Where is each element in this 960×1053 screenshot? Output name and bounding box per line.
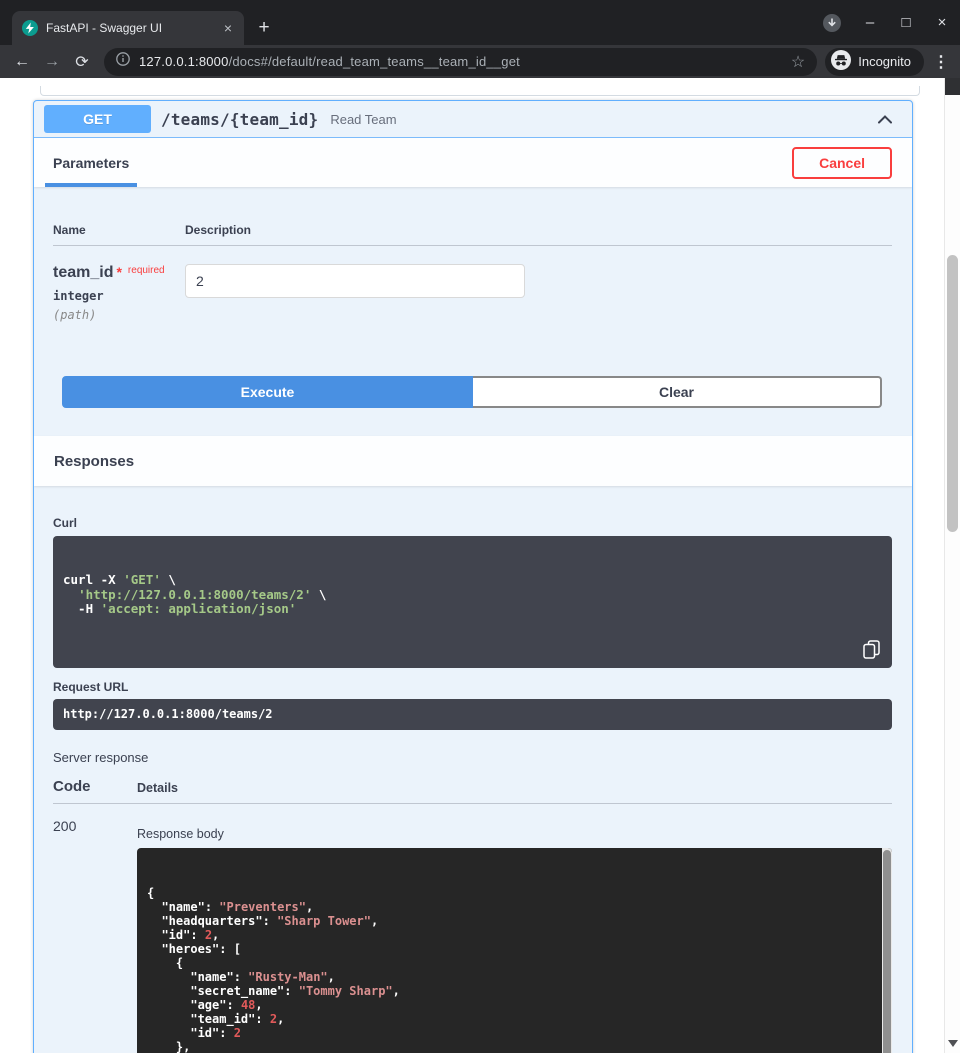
browser-toolbar: ← → ⟳ 127.0.0.1:8000/docs#/default/read_… bbox=[0, 45, 960, 78]
url-host: 127.0.0.1:8000 bbox=[139, 54, 229, 69]
code-line: { bbox=[147, 886, 872, 900]
previous-section-edge bbox=[40, 86, 920, 96]
page-scrollbar-thumb[interactable] bbox=[947, 255, 958, 532]
minimize-button[interactable]: – bbox=[862, 14, 878, 31]
param-name: team_id*required bbox=[53, 264, 185, 282]
status-circle-icon[interactable] bbox=[822, 13, 842, 33]
responses-title: Responses bbox=[54, 453, 134, 470]
column-code: Code bbox=[53, 778, 137, 795]
page-info-icon[interactable] bbox=[116, 52, 130, 71]
browser-titlebar: FastAPI - Swagger UI × + – □ × bbox=[0, 0, 960, 45]
code-line: { bbox=[147, 956, 872, 970]
parameter-row: team_id*required integer (path) bbox=[53, 246, 892, 322]
incognito-label: Incognito bbox=[858, 54, 911, 69]
scroll-down-button[interactable] bbox=[948, 1040, 958, 1047]
endpoint-summary: Read Team bbox=[330, 112, 396, 127]
column-description: Description bbox=[185, 223, 892, 237]
request-url-value: http://127.0.0.1:8000/teams/2 bbox=[53, 699, 892, 730]
required-label: required bbox=[128, 265, 165, 276]
response-table-header: Code Details bbox=[53, 778, 892, 804]
parameters-body: Name Description team_id*required intege… bbox=[34, 187, 912, 436]
code-line: }, bbox=[147, 1040, 872, 1053]
code-line: 'http://127.0.0.1:8000/teams/2' \ bbox=[63, 588, 882, 603]
swagger-page: GET /teams/{team_id} Read Team Parameter… bbox=[0, 78, 944, 1053]
bookmark-star-icon[interactable]: ☆ bbox=[791, 52, 805, 72]
url-path: /docs#/default/read_team_teams__team_id_… bbox=[229, 54, 520, 69]
responses-body: Curl curl -X 'GET' \ 'http://127.0.0.1:8… bbox=[34, 486, 912, 1053]
opblock-get-read-team: GET /teams/{team_id} Read Team Parameter… bbox=[33, 100, 913, 1053]
fastapi-favicon-icon bbox=[22, 20, 38, 36]
back-button[interactable]: ← bbox=[8, 48, 36, 76]
clear-button[interactable]: Clear bbox=[473, 376, 882, 408]
execute-row: Execute Clear bbox=[62, 376, 882, 408]
code-line: "id": 2 bbox=[147, 1026, 872, 1040]
status-code: 200 bbox=[53, 818, 137, 834]
maximize-button[interactable]: □ bbox=[898, 14, 914, 31]
page-scrollbar[interactable] bbox=[944, 78, 960, 1053]
incognito-badge: Incognito bbox=[825, 48, 924, 76]
response-body-scrollbar[interactable] bbox=[882, 848, 892, 1053]
forward-button[interactable]: → bbox=[38, 48, 66, 76]
response-body-block[interactable]: { "name": "Preventers", "headquarters": … bbox=[137, 848, 892, 1053]
code-line: curl -X 'GET' \ bbox=[63, 573, 882, 588]
parameters-title: Parameters bbox=[53, 155, 129, 171]
curl-code-lines: curl -X 'GET' \ 'http://127.0.0.1:8000/t… bbox=[63, 573, 882, 617]
code-line: -H 'accept: application/json' bbox=[63, 602, 882, 617]
code-line: "age": 48, bbox=[147, 998, 872, 1012]
window-controls: – □ × bbox=[822, 0, 950, 45]
required-asterisk: * bbox=[116, 264, 121, 280]
code-line: "team_id": 2, bbox=[147, 1012, 872, 1026]
response-body-label: Response body bbox=[137, 827, 892, 841]
column-details: Details bbox=[137, 781, 892, 795]
code-line: "name": "Rusty-Man", bbox=[147, 970, 872, 984]
collapse-chevron-icon[interactable] bbox=[874, 108, 896, 130]
execute-button[interactable]: Execute bbox=[62, 376, 473, 408]
browser-tab[interactable]: FastAPI - Swagger UI × bbox=[12, 11, 244, 45]
browser-menu-icon[interactable]: ⋮ bbox=[930, 52, 952, 72]
server-response-label: Server response bbox=[53, 750, 892, 765]
tab-parameters[interactable]: Parameters bbox=[45, 138, 137, 187]
code-line: "heroes": [ bbox=[147, 942, 872, 956]
response-row: 200 Response body { "name": "Preventers"… bbox=[53, 804, 892, 1053]
request-url-label: Request URL bbox=[53, 680, 892, 694]
param-location: (path) bbox=[53, 308, 185, 322]
responses-header: Responses bbox=[34, 436, 912, 486]
response-body-scrollbar-thumb[interactable] bbox=[883, 850, 891, 1053]
tab-close-icon[interactable]: × bbox=[222, 20, 234, 36]
new-tab-button[interactable]: + bbox=[250, 14, 278, 42]
parameters-table-header: Name Description bbox=[53, 207, 892, 246]
code-line: "id": 2, bbox=[147, 928, 872, 942]
code-line: "name": "Preventers", bbox=[147, 900, 872, 914]
param-type: integer bbox=[53, 289, 185, 303]
reload-button[interactable]: ⟳ bbox=[68, 48, 96, 76]
code-line: "secret_name": "Tommy Sharp", bbox=[147, 984, 872, 998]
incognito-icon bbox=[831, 50, 851, 73]
copy-icon[interactable] bbox=[863, 640, 880, 659]
column-name: Name bbox=[53, 223, 185, 237]
parameters-header: Parameters Cancel bbox=[34, 138, 912, 187]
opblock-summary[interactable]: GET /teams/{team_id} Read Team bbox=[34, 101, 912, 138]
code-line: "headquarters": "Sharp Tower", bbox=[147, 914, 872, 928]
url-bar[interactable]: 127.0.0.1:8000/docs#/default/read_team_t… bbox=[104, 48, 817, 76]
curl-code-block[interactable]: curl -X 'GET' \ 'http://127.0.0.1:8000/t… bbox=[53, 536, 892, 668]
http-method-badge: GET bbox=[44, 105, 151, 133]
team-id-input[interactable] bbox=[185, 264, 525, 298]
curl-label: Curl bbox=[53, 516, 892, 530]
url-text[interactable]: 127.0.0.1:8000/docs#/default/read_team_t… bbox=[139, 54, 782, 69]
cancel-button[interactable]: Cancel bbox=[792, 147, 892, 179]
scroll-up-button[interactable] bbox=[945, 78, 960, 95]
endpoint-path: /teams/{team_id} bbox=[161, 110, 318, 129]
response-body-lines: { "name": "Preventers", "headquarters": … bbox=[147, 886, 872, 1053]
close-window-button[interactable]: × bbox=[934, 14, 950, 31]
tab-title: FastAPI - Swagger UI bbox=[46, 21, 214, 35]
